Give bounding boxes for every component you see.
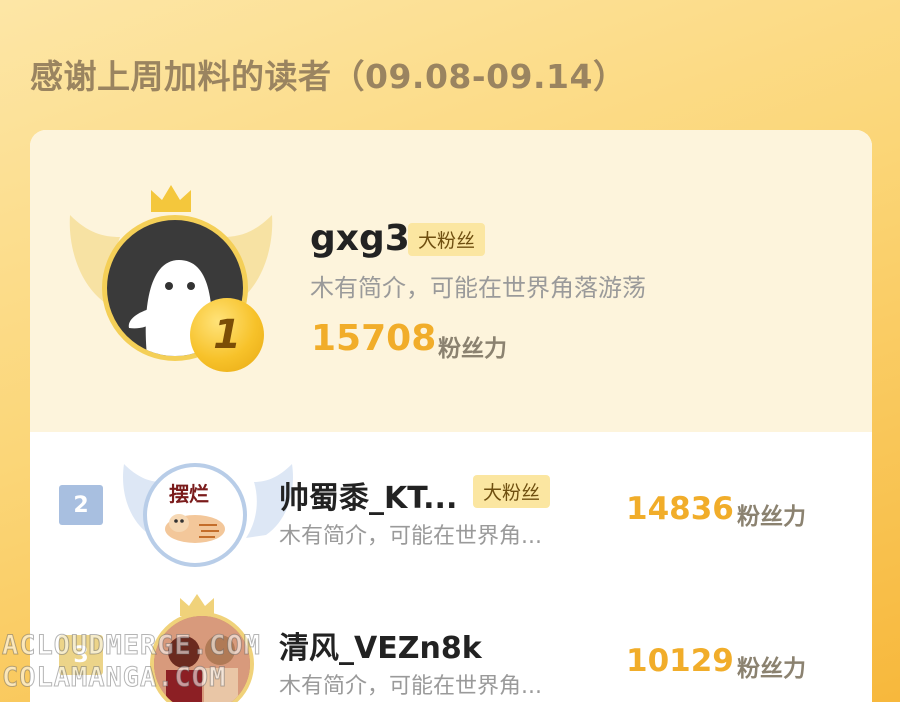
rank-2-badge: 2	[59, 485, 103, 525]
fan-score: 14836	[626, 491, 734, 527]
page-title: 感谢上周加料的读者（09.08-09.14）	[30, 57, 627, 96]
ranking-card: 1 gxg3 大粉丝 木有简介，可能在世界角落游荡 15708 粉丝力 2 摆烂…	[30, 130, 872, 702]
fan-badge: 大粉丝	[473, 475, 551, 508]
fan-score: 10129	[626, 643, 734, 679]
fan-score-unit: 粉丝力	[438, 336, 507, 362]
reader-name[interactable]: gxg3	[310, 218, 410, 259]
reader-name[interactable]: 帅蜀黍_KT...	[279, 473, 457, 517]
reader-bio: 木有简介，可能在世界角...	[279, 524, 542, 549]
cat-sticker-avatar-icon: 摆烂	[165, 482, 225, 543]
fan-score-unit: 粉丝力	[737, 656, 806, 682]
reader-name[interactable]: 清风_VEZn8k	[279, 623, 482, 667]
fan-score: 15708	[311, 318, 437, 359]
rank-1-medal: 1	[190, 298, 264, 372]
fan-score-unit: 粉丝力	[737, 504, 806, 530]
watermark-text: COLAMANGA.COM	[1, 662, 227, 694]
watermark-text: ACLOUDMERGE.COM	[2, 630, 261, 662]
svg-text:摆烂: 摆烂	[169, 482, 209, 506]
crown-icon	[151, 185, 191, 212]
reader-bio: 木有简介，可能在世界角...	[279, 674, 542, 699]
fan-badge: 大粉丝	[408, 223, 486, 256]
avatar[interactable]: 摆烂	[143, 463, 247, 567]
reader-bio: 木有简介，可能在世界角落游荡	[310, 274, 646, 302]
